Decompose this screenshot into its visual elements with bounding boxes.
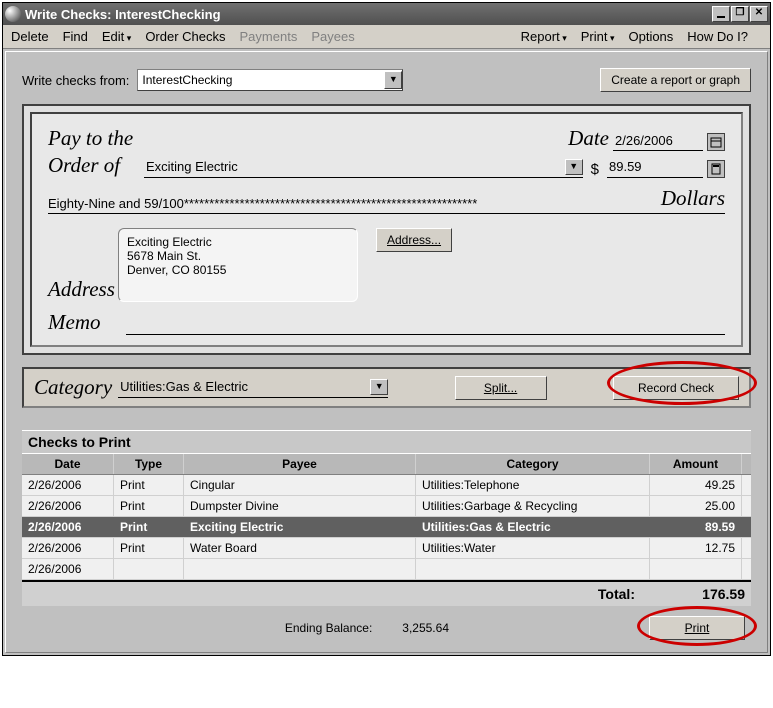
cell-date: 2/26/2006 — [22, 517, 114, 537]
table-row[interactable]: 2/26/2006PrintDumpster DivineUtilities:G… — [22, 496, 751, 517]
category-drop-icon[interactable]: ▼ — [370, 379, 388, 395]
ending-balance-value: 3,255.64 — [402, 621, 449, 635]
cell-type — [114, 559, 184, 579]
account-drop-icon[interactable]: ▼ — [384, 71, 402, 89]
menu-report[interactable]: Report — [521, 29, 567, 44]
create-report-button[interactable]: Create a report or graph — [600, 68, 751, 92]
check-panel: Pay to the Date Order of ▼ — [22, 104, 751, 355]
grid-body: 2/26/2006PrintCingularUtilities:Telephon… — [22, 475, 751, 580]
cell-type: Print — [114, 496, 184, 516]
print-button[interactable]: Print — [649, 616, 745, 640]
cell-category: Utilities:Water — [416, 538, 650, 558]
address-label: Address — [48, 277, 118, 302]
table-row[interactable]: 2/26/2006PrintWater BoardUtilities:Water… — [22, 538, 751, 559]
minimize-button[interactable] — [712, 6, 730, 22]
cell-payee: Water Board — [184, 538, 416, 558]
cell-payee: Exciting Electric — [184, 517, 416, 537]
account-combo[interactable]: ▼ — [137, 69, 403, 91]
cell-amount: 25.00 — [650, 496, 742, 516]
grid-header: Date Type Payee Category Amount — [22, 453, 751, 475]
account-input[interactable] — [138, 71, 384, 89]
cell-date: 2/26/2006 — [22, 559, 114, 579]
menu-print[interactable]: Print — [581, 29, 615, 44]
col-payee[interactable]: Payee — [184, 454, 416, 474]
client-area: Write checks from: ▼ Create a report or … — [5, 51, 768, 653]
cell-amount: 89.59 — [650, 517, 742, 537]
cell-payee: Dumpster Divine — [184, 496, 416, 516]
menu-find[interactable]: Find — [63, 29, 88, 44]
cell-type: Print — [114, 538, 184, 558]
totals-row: Total: 176.59 — [22, 580, 751, 606]
amount-words: Eighty-Nine and 59/100******************… — [48, 196, 655, 211]
window-title: Write Checks: InterestChecking — [25, 7, 221, 22]
payto-label-1: Pay to the — [48, 126, 138, 151]
cell-amount: 12.75 — [650, 538, 742, 558]
dollars-label: Dollars — [661, 186, 725, 211]
menu-order-checks[interactable]: Order Checks — [145, 29, 225, 44]
total-label: Total: — [598, 586, 635, 602]
record-check-button[interactable]: Record Check — [613, 376, 739, 400]
cell-date: 2/26/2006 — [22, 538, 114, 558]
table-row[interactable]: 2/26/2006PrintExciting ElectricUtilities… — [22, 517, 751, 538]
amount-input[interactable] — [607, 158, 773, 175]
menu-options[interactable]: Options — [628, 29, 673, 44]
payto-label-2: Order of — [48, 153, 138, 178]
col-date[interactable]: Date — [22, 454, 114, 474]
memo-input[interactable] — [126, 319, 725, 335]
table-row[interactable]: 2/26/2006 — [22, 559, 751, 580]
cell-payee — [184, 559, 416, 579]
menu-payees: Payees — [311, 29, 354, 44]
address-button[interactable]: Address... — [376, 228, 452, 252]
cell-type: Print — [114, 475, 184, 495]
ending-balance-label: Ending Balance: — [285, 621, 372, 635]
check-face: Pay to the Date Order of ▼ — [30, 112, 743, 347]
footer-row: Ending Balance: 3,255.64 Print — [22, 606, 751, 642]
calendar-icon[interactable] — [707, 133, 725, 151]
close-button[interactable]: ✕ — [750, 6, 768, 22]
category-label: Category — [34, 375, 112, 400]
date-input[interactable] — [613, 132, 703, 149]
address-box[interactable]: Exciting Electric 5678 Main St. Denver, … — [118, 228, 358, 302]
category-input[interactable] — [118, 378, 370, 395]
title-bar: Write Checks: InterestChecking ❐ ✕ — [3, 3, 770, 25]
date-label: Date — [568, 126, 609, 151]
window-frame: Write Checks: InterestChecking ❐ ✕ Delet… — [2, 2, 771, 656]
menu-delete[interactable]: Delete — [11, 29, 49, 44]
payee-drop-icon[interactable]: ▼ — [565, 159, 583, 175]
cell-category — [416, 559, 650, 579]
payee-input[interactable] — [144, 158, 565, 175]
checks-to-print-section: Checks to Print Date Type Payee Category… — [22, 430, 751, 642]
menu-howdoi[interactable]: How Do I? — [687, 29, 748, 44]
write-checks-from-label: Write checks from: — [22, 73, 129, 88]
menu-bar: Delete Find Edit Order Checks Payments P… — [3, 25, 770, 49]
table-row[interactable]: 2/26/2006PrintCingularUtilities:Telephon… — [22, 475, 751, 496]
cell-date: 2/26/2006 — [22, 475, 114, 495]
col-amount[interactable]: Amount — [650, 454, 742, 474]
split-button[interactable]: Split... — [455, 376, 547, 400]
menu-payments: Payments — [240, 29, 298, 44]
cell-category: Utilities:Garbage & Recycling — [416, 496, 650, 516]
cell-amount — [650, 559, 742, 579]
memo-label: Memo — [48, 310, 118, 335]
col-category[interactable]: Category — [416, 454, 650, 474]
total-value: 176.59 — [665, 586, 745, 602]
cell-type: Print — [114, 517, 184, 537]
col-type[interactable]: Type — [114, 454, 184, 474]
menu-edit[interactable]: Edit — [102, 29, 131, 44]
app-icon — [5, 6, 21, 22]
maximize-button[interactable]: ❐ — [731, 6, 749, 22]
cell-category: Utilities:Telephone — [416, 475, 650, 495]
calculator-icon[interactable] — [707, 160, 725, 178]
currency-symbol: $ — [591, 161, 599, 178]
cell-amount: 49.25 — [650, 475, 742, 495]
checks-to-print-title: Checks to Print — [22, 430, 751, 453]
cell-category: Utilities:Gas & Electric — [416, 517, 650, 537]
category-bar: Category ▼ Split... Record Check — [22, 367, 751, 408]
cell-date: 2/26/2006 — [22, 496, 114, 516]
account-row: Write checks from: ▼ Create a report or … — [22, 68, 751, 92]
cell-payee: Cingular — [184, 475, 416, 495]
